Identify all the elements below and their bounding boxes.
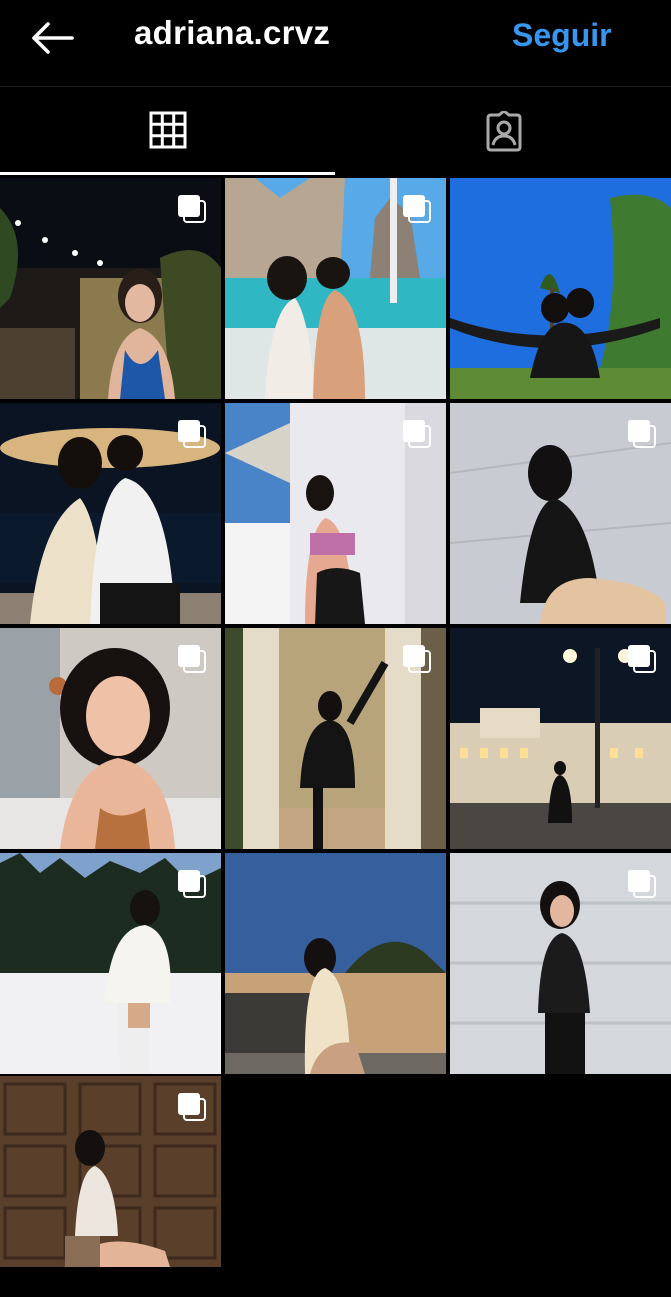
multiple-images-icon	[178, 1093, 206, 1121]
post-thumbnail[interactable]	[225, 628, 446, 849]
profile-tabs	[0, 87, 671, 175]
post-thumbnail[interactable]	[0, 178, 221, 399]
post-thumbnail[interactable]	[0, 403, 221, 624]
post-thumbnail[interactable]	[225, 853, 446, 1074]
multiple-images-icon	[628, 645, 656, 673]
tagged-person-icon	[486, 111, 522, 152]
multiple-images-icon	[628, 420, 656, 448]
post-image	[450, 178, 671, 399]
grid-icon	[149, 111, 187, 149]
post-thumbnail[interactable]	[450, 403, 671, 624]
post-thumbnail[interactable]	[0, 628, 221, 849]
multiple-images-icon	[178, 195, 206, 223]
post-thumbnail[interactable]	[450, 178, 671, 399]
profile-username: adriana.crvz	[134, 14, 331, 51]
multiple-images-icon	[628, 870, 656, 898]
tab-posts-grid[interactable]	[0, 87, 335, 175]
multiple-images-icon	[178, 645, 206, 673]
tab-tagged[interactable]	[336, 87, 671, 175]
multiple-images-icon	[403, 645, 431, 673]
post-thumbnail[interactable]	[0, 1076, 221, 1297]
post-thumbnail[interactable]	[450, 853, 671, 1074]
post-image	[225, 853, 446, 1074]
post-thumbnail[interactable]	[0, 853, 221, 1074]
follow-button[interactable]: Seguir	[512, 17, 612, 54]
multiple-images-icon	[403, 420, 431, 448]
post-thumbnail[interactable]	[450, 628, 671, 849]
multiple-images-icon	[403, 195, 431, 223]
empty-grid-space	[224, 1076, 671, 1268]
post-thumbnail[interactable]	[225, 178, 446, 399]
multiple-images-icon	[178, 870, 206, 898]
top-bar: adriana.crvz Seguir	[0, 0, 671, 87]
arrow-left-icon	[32, 22, 74, 54]
back-button[interactable]	[26, 18, 78, 58]
multiple-images-icon	[178, 420, 206, 448]
active-tab-indicator	[0, 172, 335, 175]
post-thumbnail[interactable]	[225, 403, 446, 624]
